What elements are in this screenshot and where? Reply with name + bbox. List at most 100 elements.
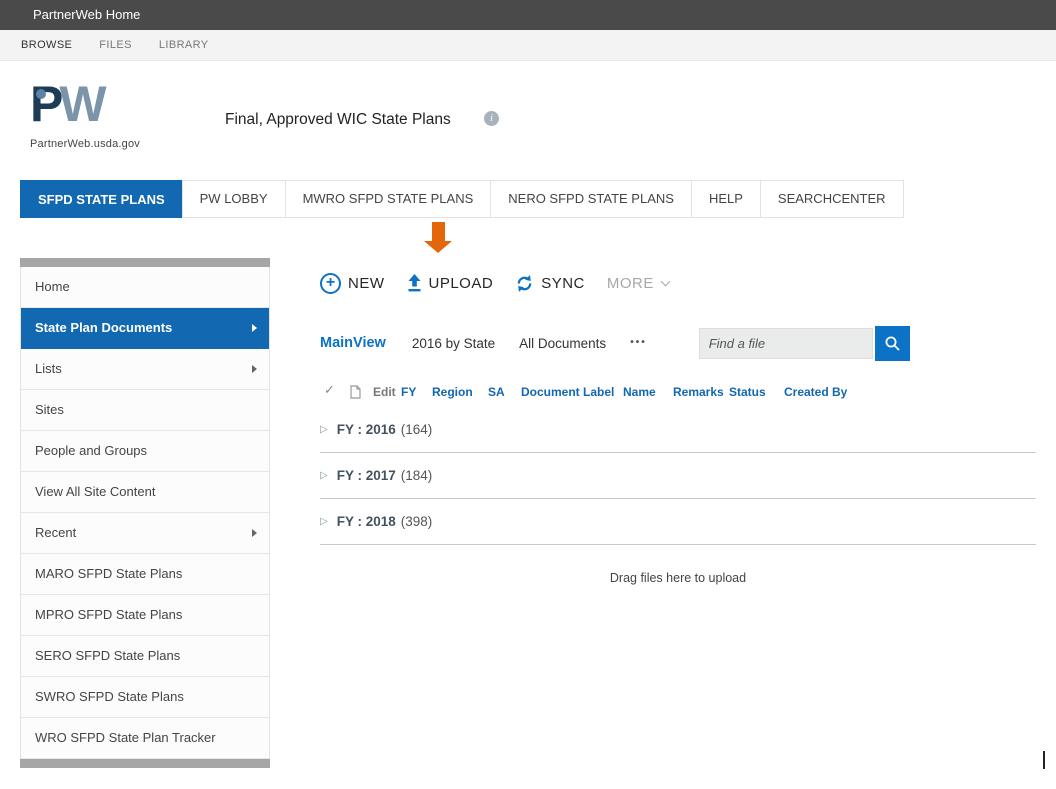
column-created-by[interactable]: Created By (784, 385, 847, 399)
document-type-icon (350, 385, 361, 404)
sidebar-item-label: SERO SFPD State Plans (35, 648, 180, 663)
sidebar-item-label: Lists (35, 361, 62, 376)
sidebar-item-wro-sfpd-state-plan-tracker[interactable]: WRO SFPD State Plan Tracker (21, 718, 269, 759)
column-fy[interactable]: FY (401, 385, 416, 399)
group-label: FY : 2018 (337, 514, 396, 529)
tab-help[interactable]: HELP (691, 180, 761, 218)
sidebar-top-bar (20, 258, 270, 267)
upload-button-label: UPLOAD (429, 275, 494, 292)
ribbon-tab-files[interactable]: FILES (99, 39, 132, 51)
column-name[interactable]: Name (623, 385, 656, 399)
sidebar-item-label: MPRO SFPD State Plans (35, 607, 182, 622)
suite-bar: PartnerWeb Home (0, 0, 1056, 30)
top-nav-tabstrip: SFPD STATE PLANS PW LOBBY MWRO SFPD STAT… (20, 180, 904, 218)
tab-pw-lobby[interactable]: PW LOBBY (182, 180, 286, 218)
column-sa[interactable]: SA (488, 385, 505, 399)
sidebar-item-label: Recent (35, 525, 76, 540)
sidebar-item-people-and-groups[interactable]: People and Groups (21, 431, 269, 472)
annotation-arrow-icon (424, 222, 452, 253)
sidebar-item-sites[interactable]: Sites (21, 390, 269, 431)
submenu-arrow-icon (252, 324, 257, 332)
sidebar-item-label: People and Groups (35, 443, 147, 458)
text-cursor-artifact (1043, 751, 1045, 769)
sync-button-label: SYNC (541, 275, 585, 292)
logo-letters: PW (30, 79, 140, 129)
plus-circle-icon (320, 273, 341, 294)
column-region[interactable]: Region (432, 385, 473, 399)
new-button[interactable]: NEW (320, 273, 385, 294)
suite-bar-home-link[interactable]: PartnerWeb Home (33, 0, 140, 30)
more-button[interactable]: MORE (607, 275, 669, 292)
sidebar-item-label: Home (35, 279, 70, 294)
ribbon-tab-bar: BROWSE FILES LIBRARY (0, 30, 1056, 61)
tab-sfpd-state-plans[interactable]: SFPD STATE PLANS (20, 180, 183, 218)
column-status[interactable]: Status (729, 385, 766, 399)
expand-triangle-icon[interactable]: ▷ (320, 470, 328, 481)
find-file-input[interactable] (699, 328, 873, 359)
view-all-documents[interactable]: All Documents (519, 336, 606, 351)
sidebar-item-home[interactable]: Home (21, 267, 269, 308)
sidebar-item-mpro-sfpd-state-plans[interactable]: MPRO SFPD State Plans (21, 595, 269, 636)
main-content: NEW UPLOAD SYNC MORE MainView 2016 by (320, 268, 1036, 585)
views-ellipsis-icon[interactable]: ••• (630, 337, 647, 348)
sidebar-nav-list: Home State Plan Documents Lists Sites Pe… (20, 267, 270, 759)
group-count: (184) (401, 468, 433, 483)
logo-caption: PartnerWeb.usda.gov (30, 138, 140, 150)
sidebar-item-maro-sfpd-state-plans[interactable]: MARO SFPD State Plans (21, 554, 269, 595)
logo-letter-w: W (59, 76, 102, 132)
sidebar-item-label: MARO SFPD State Plans (35, 566, 182, 581)
submenu-arrow-icon (252, 365, 257, 373)
page-title: Final, Approved WIC State Plans (225, 111, 451, 129)
column-remarks[interactable]: Remarks (673, 385, 724, 399)
ribbon-tab-library[interactable]: LIBRARY (159, 39, 209, 51)
select-all-check-icon[interactable]: ✓ (324, 383, 335, 398)
group-row-fy-2018[interactable]: ▷ FY : 2018 (398) (320, 499, 1036, 545)
sidebar: Home State Plan Documents Lists Sites Pe… (20, 258, 270, 768)
sidebar-item-sero-sfpd-state-plans[interactable]: SERO SFPD State Plans (21, 636, 269, 677)
views-row: MainView 2016 by State All Documents ••• (320, 325, 1036, 361)
info-icon[interactable]: i (484, 111, 499, 126)
sync-icon (515, 274, 534, 293)
expand-triangle-icon[interactable]: ▷ (320, 424, 328, 435)
logo-letter-p: P (30, 76, 59, 132)
tab-mwro-sfpd-state-plans[interactable]: MWRO SFPD STATE PLANS (285, 180, 492, 218)
sidebar-item-view-all-site-content[interactable]: View All Site Content (21, 472, 269, 513)
view-mainview[interactable]: MainView (320, 335, 386, 351)
chevron-down-icon (660, 276, 670, 286)
site-header: PW PartnerWeb.usda.gov Final, Approved W… (0, 61, 1056, 180)
sidebar-item-state-plan-documents[interactable]: State Plan Documents (21, 308, 269, 349)
group-count: (164) (401, 422, 433, 437)
sidebar-item-swro-sfpd-state-plans[interactable]: SWRO SFPD State Plans (21, 677, 269, 718)
page: PartnerWeb Home BROWSE FILES LIBRARY PW … (0, 0, 1056, 789)
grid-header-row: ✓ Edit FY Region SA Document Label Name … (320, 385, 1036, 407)
sidebar-item-label: SWRO SFPD State Plans (35, 689, 184, 704)
group-label: FY : 2016 (337, 422, 396, 437)
search-button[interactable] (875, 326, 910, 361)
group-row-fy-2016[interactable]: ▷ FY : 2016 (164) (320, 407, 1036, 453)
group-label: FY : 2017 (337, 468, 396, 483)
annotation-arrow-stem (432, 222, 445, 241)
expand-triangle-icon[interactable]: ▷ (320, 516, 328, 527)
sidebar-item-recent[interactable]: Recent (21, 513, 269, 554)
column-document-label[interactable]: Document Label (521, 385, 614, 399)
new-button-label: NEW (348, 275, 385, 292)
tab-nero-sfpd-state-plans[interactable]: NERO SFPD STATE PLANS (490, 180, 692, 218)
view-2016-by-state[interactable]: 2016 by State (412, 336, 495, 351)
tab-searchcenter[interactable]: SEARCHCENTER (760, 180, 904, 218)
column-edit[interactable]: Edit (373, 385, 396, 399)
sidebar-item-label: Sites (35, 402, 64, 417)
annotation-arrow-head (424, 241, 452, 253)
ribbon-tab-browse[interactable]: BROWSE (21, 39, 72, 51)
more-button-label: MORE (607, 275, 654, 292)
sync-button[interactable]: SYNC (515, 274, 585, 293)
upload-button[interactable]: UPLOAD (407, 274, 494, 292)
submenu-arrow-icon (252, 529, 257, 537)
sidebar-item-lists[interactable]: Lists (21, 349, 269, 390)
site-logo[interactable]: PW PartnerWeb.usda.gov (30, 79, 140, 150)
group-rows: ▷ FY : 2016 (164) ▷ FY : 2017 (184) ▷ FY… (320, 407, 1036, 545)
logo-circle-icon (36, 89, 46, 99)
sidebar-item-label: State Plan Documents (35, 320, 172, 335)
sidebar-bottom-bar (20, 759, 270, 768)
drop-hint-text: Drag files here to upload (320, 571, 1036, 585)
group-row-fy-2017[interactable]: ▷ FY : 2017 (184) (320, 453, 1036, 499)
